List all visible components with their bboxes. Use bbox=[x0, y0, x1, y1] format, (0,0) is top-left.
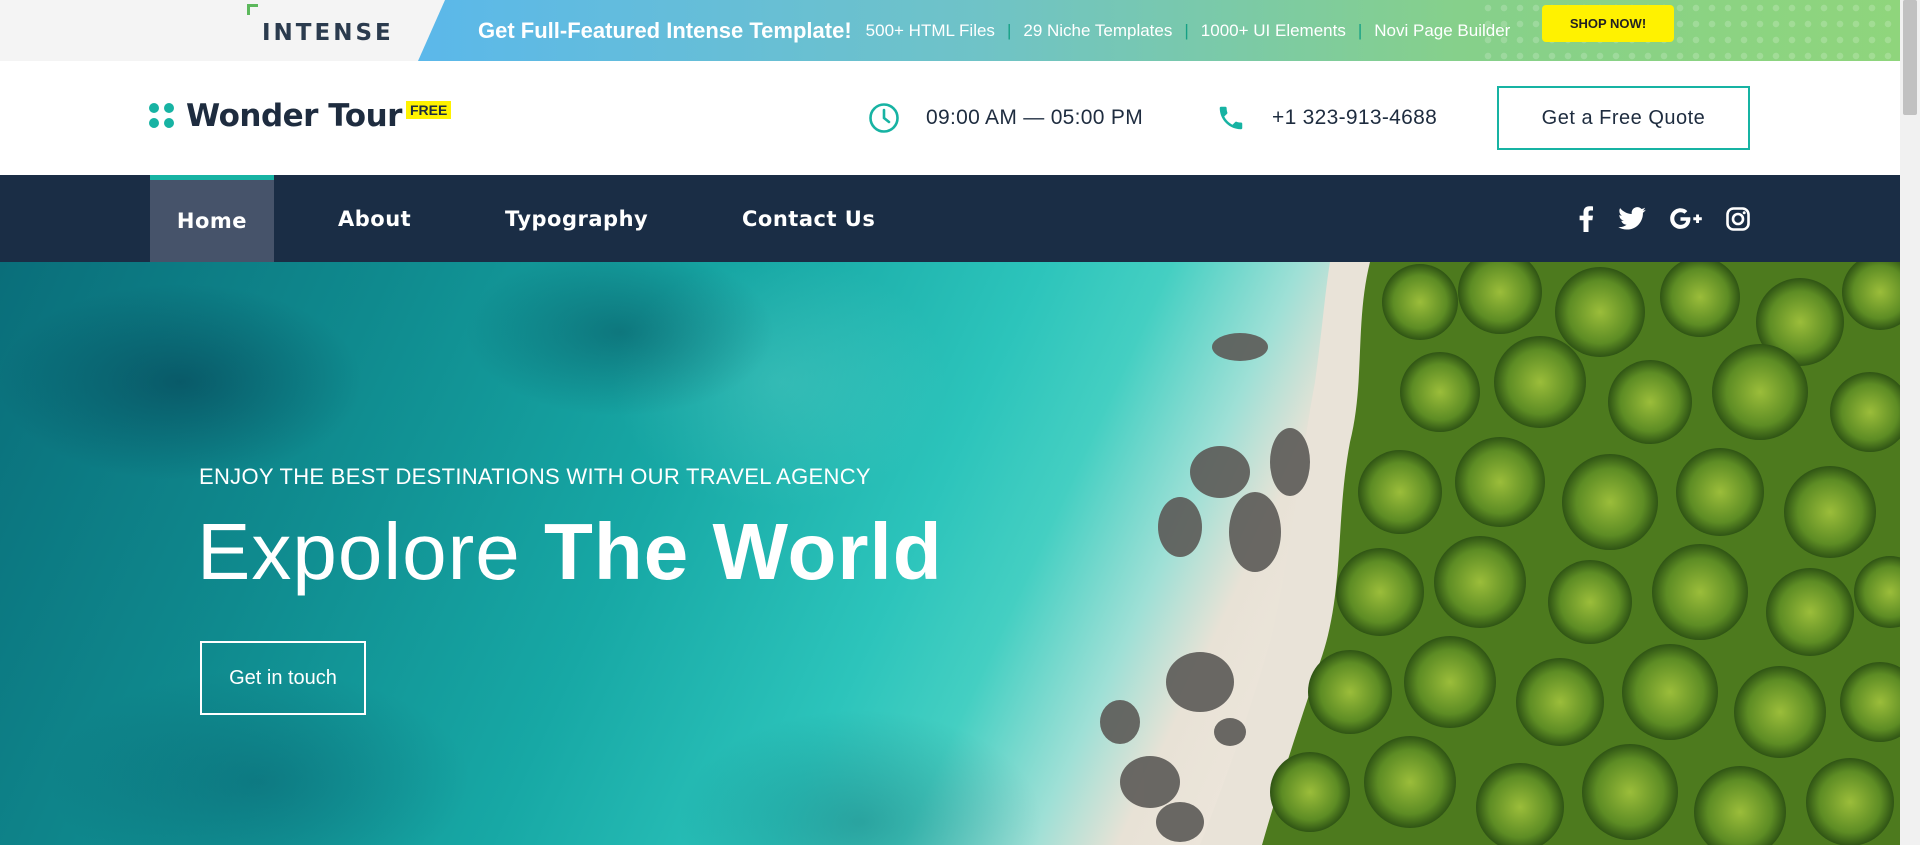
hero-tagline: ENJOY THE BEST DESTINATIONS WITH OUR TRA… bbox=[199, 464, 871, 489]
brand-logo[interactable]: Wonder Tour FREE bbox=[149, 98, 452, 134]
facebook-icon bbox=[1579, 205, 1593, 232]
promo-separator: | bbox=[1006, 20, 1012, 40]
hero-title-bold: The World bbox=[543, 507, 943, 596]
phone-number[interactable]: +1 323-913-4688 bbox=[1272, 106, 1437, 130]
promo-text: Get Full-Featured Intense Template! 500+… bbox=[478, 0, 1510, 61]
promo-banner[interactable]: INTENSE Get Full-Featured Intense Templa… bbox=[0, 0, 1900, 61]
promo-feature: Novi Page Builder bbox=[1374, 20, 1511, 40]
logo-corner-mark bbox=[247, 4, 258, 15]
working-hours-text: 09:00 AM — 05:00 PM bbox=[926, 106, 1143, 129]
google-plus-link[interactable] bbox=[1670, 175, 1702, 262]
brand-name: Wonder Tour bbox=[186, 98, 402, 134]
nav-item-contact-us[interactable]: Contact Us bbox=[742, 175, 875, 262]
promo-separator: | bbox=[1184, 20, 1189, 40]
hero-title-light: Expolore bbox=[197, 507, 521, 596]
twitter-link[interactable] bbox=[1618, 175, 1646, 262]
brand-dots-icon bbox=[149, 103, 175, 129]
clock-icon bbox=[869, 103, 899, 133]
twitter-icon bbox=[1618, 207, 1646, 230]
promo-feature: 29 Niche Templates bbox=[1023, 20, 1173, 40]
site-header: Wonder Tour FREE 09:00 AM — 05:00 PM +1 … bbox=[0, 61, 1900, 175]
get-quote-button[interactable]: Get a Free Quote bbox=[1497, 86, 1750, 150]
hero-section: ENJOY THE BEST DESTINATIONS WITH OUR TRA… bbox=[0, 262, 1900, 845]
phone-contact[interactable]: +1 323-913-4688 bbox=[1216, 61, 1437, 175]
phone-icon bbox=[1219, 106, 1243, 130]
intense-logo-text: INTENSE bbox=[262, 19, 394, 46]
promo-title: Get Full-Featured Intense Template! bbox=[478, 17, 852, 43]
nav-item-home[interactable]: Home bbox=[150, 175, 274, 262]
scrollbar-thumb[interactable] bbox=[1903, 0, 1917, 115]
page-scrollbar[interactable] bbox=[1900, 0, 1920, 845]
working-hours: 09:00 AM — 05:00 PM bbox=[868, 61, 1143, 175]
instagram-link[interactable] bbox=[1726, 175, 1750, 262]
main-navigation: Home About Typography Contact Us bbox=[0, 175, 1900, 262]
google-plus-icon bbox=[1670, 207, 1702, 229]
get-in-touch-button[interactable]: Get in touch bbox=[200, 641, 366, 715]
hero-title: Expolore The World bbox=[197, 504, 943, 600]
promo-feature: 500+ HTML Files bbox=[865, 20, 995, 40]
promo-feature: 1000+ UI Elements bbox=[1200, 20, 1346, 40]
shop-now-button[interactable]: SHOP NOW! bbox=[1542, 5, 1674, 42]
brand-badge: FREE bbox=[405, 101, 452, 119]
nav-item-typography[interactable]: Typography bbox=[505, 175, 648, 262]
intense-logo[interactable]: INTENSE bbox=[245, 0, 394, 61]
facebook-link[interactable] bbox=[1578, 175, 1594, 262]
promo-separator: | bbox=[1357, 20, 1363, 40]
nav-item-about[interactable]: About bbox=[338, 175, 411, 262]
instagram-icon bbox=[1726, 206, 1750, 231]
